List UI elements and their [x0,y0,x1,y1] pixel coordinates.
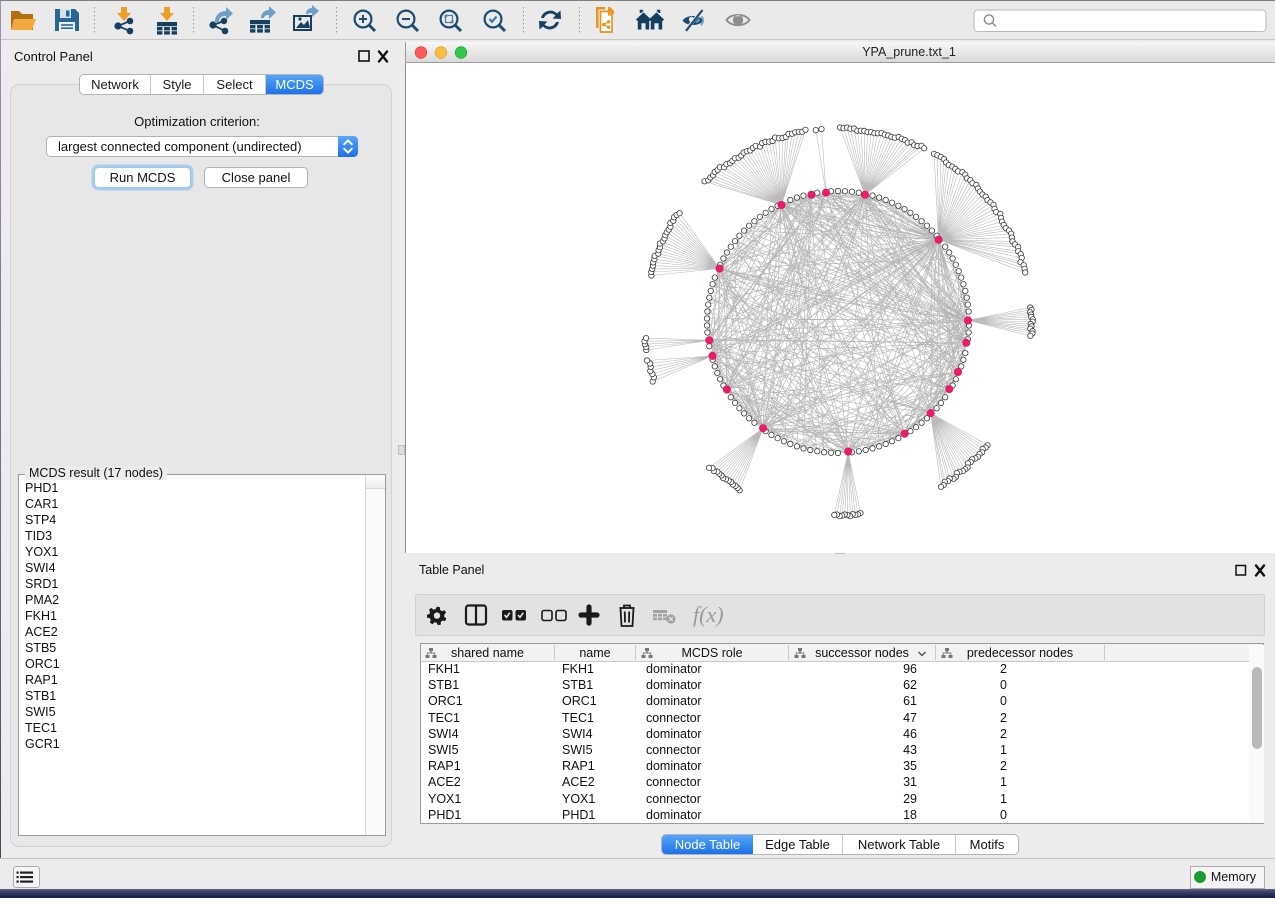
svg-text:f(x): f(x) [693,602,724,627]
